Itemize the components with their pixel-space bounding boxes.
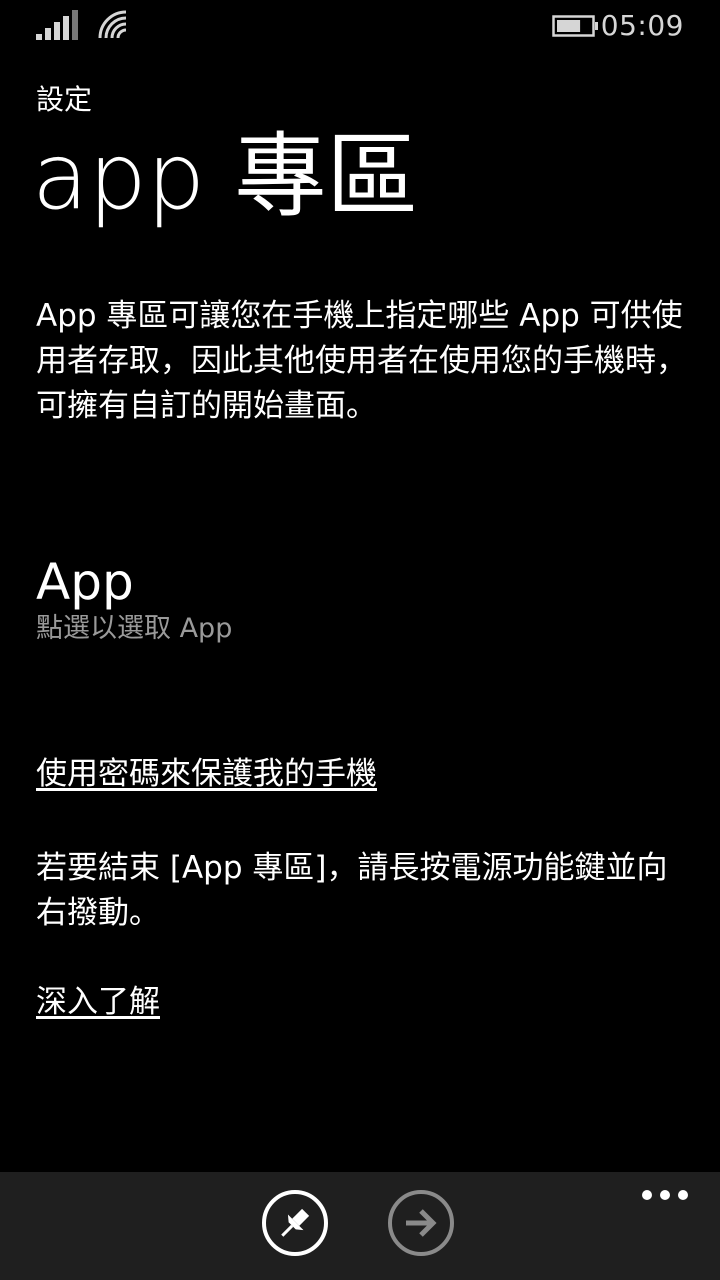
signal-bars-icon xyxy=(36,10,78,40)
learn-more-link[interactable]: 深入了解 xyxy=(36,976,160,1021)
wifi-icon xyxy=(98,10,127,39)
app-bar xyxy=(0,1172,720,1280)
more-dots-icon[interactable] xyxy=(642,1184,688,1206)
arrow-right-icon xyxy=(406,1209,437,1237)
password-protect-link[interactable]: 使用密碼來保護我的手機 xyxy=(36,748,377,793)
app-setting-subtitle: 點選以選取 App xyxy=(36,613,233,644)
pin-button[interactable] xyxy=(262,1190,328,1256)
status-bar: 05:09 xyxy=(0,0,720,52)
next-button[interactable] xyxy=(388,1190,454,1256)
battery-icon xyxy=(552,15,598,37)
clock: 05:09 xyxy=(600,9,684,42)
description-text: App 專區可讓您在手機上指定哪些 App 可供使用者存取，因此其他使用者在使用… xyxy=(36,298,687,424)
pin-icon xyxy=(281,1208,310,1237)
app-name: 設定 xyxy=(36,83,93,116)
end-info-text: 若要結束 [App 專區]，請長按電源功能鍵並向右撥動。 xyxy=(36,850,668,931)
page-title: app 專區 xyxy=(32,123,419,230)
app-setting-title: App xyxy=(36,553,134,611)
app-setting[interactable]: App 點選以選取 App xyxy=(36,552,232,646)
